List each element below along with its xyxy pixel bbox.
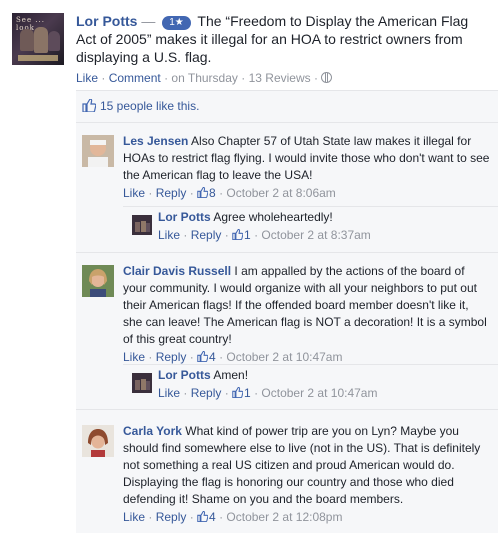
avatar-figure-2 bbox=[34, 27, 48, 53]
reply-actions: Like · Reply · 1 · October 2 at 8:37am bbox=[158, 228, 371, 242]
thumbs-up-icon bbox=[232, 387, 244, 398]
avatar-photo bbox=[132, 215, 152, 235]
post-meta: Like · Comment · on Thursday · 13 Review… bbox=[76, 71, 333, 85]
avatar-photo bbox=[132, 373, 152, 393]
commenter-avatar[interactable] bbox=[82, 135, 114, 167]
like-count[interactable]: 1 bbox=[244, 386, 251, 400]
author-separator: — bbox=[141, 13, 156, 29]
divider bbox=[123, 364, 498, 365]
meta-dot: · bbox=[313, 71, 322, 85]
comment-like-link[interactable]: Like bbox=[123, 350, 145, 364]
avatar-figure-1 bbox=[20, 29, 34, 51]
post-author-name[interactable]: Lor Potts bbox=[76, 13, 137, 29]
avatar-photo bbox=[82, 425, 114, 457]
commenter-name[interactable]: Clair Davis Russell bbox=[123, 264, 231, 278]
comment-time[interactable]: October 2 at 10:47am bbox=[226, 350, 342, 364]
comment-time[interactable]: October 2 at 12:08pm bbox=[226, 510, 342, 524]
divider bbox=[76, 409, 498, 410]
meta-dot: · bbox=[101, 71, 109, 85]
thumbs-up-icon bbox=[197, 511, 209, 522]
reply-reply-link[interactable]: Reply bbox=[191, 386, 222, 400]
likes-text: 15 people like this. bbox=[100, 99, 200, 113]
reply-time[interactable]: October 2 at 10:47am bbox=[261, 386, 377, 400]
thumbs-up-icon bbox=[232, 229, 244, 240]
rating-badge: 1★ bbox=[162, 16, 191, 30]
comment-actions: Like · Reply · 8 · October 2 at 8:06am bbox=[123, 186, 336, 200]
comment-time[interactable]: October 2 at 8:06am bbox=[226, 186, 335, 200]
reply-avatar[interactable] bbox=[132, 215, 152, 235]
comment-actions: Like · Reply · 4 · October 2 at 12:08pm bbox=[123, 510, 343, 524]
comment: Carla York What kind of power trip are y… bbox=[123, 423, 491, 526]
commenter-name[interactable]: Carla York bbox=[123, 424, 182, 438]
thumbs-up-icon bbox=[82, 99, 96, 112]
divider bbox=[76, 122, 498, 123]
reply: Lor Potts Agree wholeheartedly! Like · R… bbox=[158, 209, 488, 244]
reply-like-link[interactable]: Like bbox=[158, 386, 180, 400]
divider bbox=[123, 206, 498, 207]
avatar-photo bbox=[82, 265, 114, 297]
comment-reply-link[interactable]: Reply bbox=[156, 350, 187, 364]
reply-time[interactable]: October 2 at 8:37am bbox=[261, 228, 370, 242]
thumbs-up-icon bbox=[197, 351, 209, 362]
post-like-link[interactable]: Like bbox=[76, 71, 98, 85]
like-count[interactable]: 4 bbox=[209, 510, 216, 524]
thumbs-up-icon bbox=[197, 187, 209, 198]
facebook-post: See ... look Lor Potts — 1★ The “Freedom… bbox=[0, 0, 500, 533]
avatar-figure-3 bbox=[48, 31, 60, 51]
commenter-avatar[interactable] bbox=[82, 425, 114, 457]
reply-reply-link[interactable]: Reply bbox=[191, 228, 222, 242]
comment-reply-link[interactable]: Reply bbox=[156, 510, 187, 524]
meta-dot: · bbox=[241, 71, 249, 85]
reply: Lor Potts Amen! Like · Reply · 1 · Octob… bbox=[158, 367, 488, 402]
comment-like-link[interactable]: Like bbox=[123, 510, 145, 524]
comment-like-link[interactable]: Like bbox=[123, 186, 145, 200]
comments-panel: 15 people like this. Les Jensen Also Cha… bbox=[76, 90, 498, 533]
post-header: Lor Potts — 1★ The “Freedom to Display t… bbox=[76, 12, 486, 66]
reply-text: Amen! bbox=[213, 368, 249, 382]
reply-actions: Like · Reply · 1 · October 2 at 10:47am bbox=[158, 386, 378, 400]
comment: Les Jensen Also Chapter 57 of Utah State… bbox=[123, 133, 491, 202]
post-author-avatar[interactable]: See ... look bbox=[12, 13, 64, 65]
comment: Clair Davis Russell I am appalled by the… bbox=[123, 263, 491, 366]
comment-reply-link[interactable]: Reply bbox=[156, 186, 187, 200]
commenter-avatar[interactable] bbox=[82, 265, 114, 297]
like-count[interactable]: 1 bbox=[244, 228, 251, 242]
post-comment-link[interactable]: Comment bbox=[109, 71, 161, 85]
like-count[interactable]: 4 bbox=[209, 350, 216, 364]
reply-author-name[interactable]: Lor Potts bbox=[158, 210, 211, 224]
avatar-photo bbox=[82, 135, 114, 167]
commenter-name[interactable]: Les Jensen bbox=[123, 134, 188, 148]
reply-avatar[interactable] bbox=[132, 373, 152, 393]
post-time[interactable]: on Thursday bbox=[171, 71, 238, 85]
post-reviews[interactable]: 13 Reviews bbox=[249, 71, 311, 85]
globe-icon bbox=[321, 72, 333, 83]
avatar-caption-bar bbox=[18, 55, 58, 61]
reply-author-name[interactable]: Lor Potts bbox=[158, 368, 211, 382]
likes-summary[interactable]: 15 people like this. bbox=[82, 99, 199, 113]
like-count[interactable]: 8 bbox=[209, 186, 216, 200]
reply-text: Agree wholeheartedly! bbox=[213, 210, 333, 224]
reply-like-link[interactable]: Like bbox=[158, 228, 180, 242]
divider bbox=[76, 252, 498, 253]
